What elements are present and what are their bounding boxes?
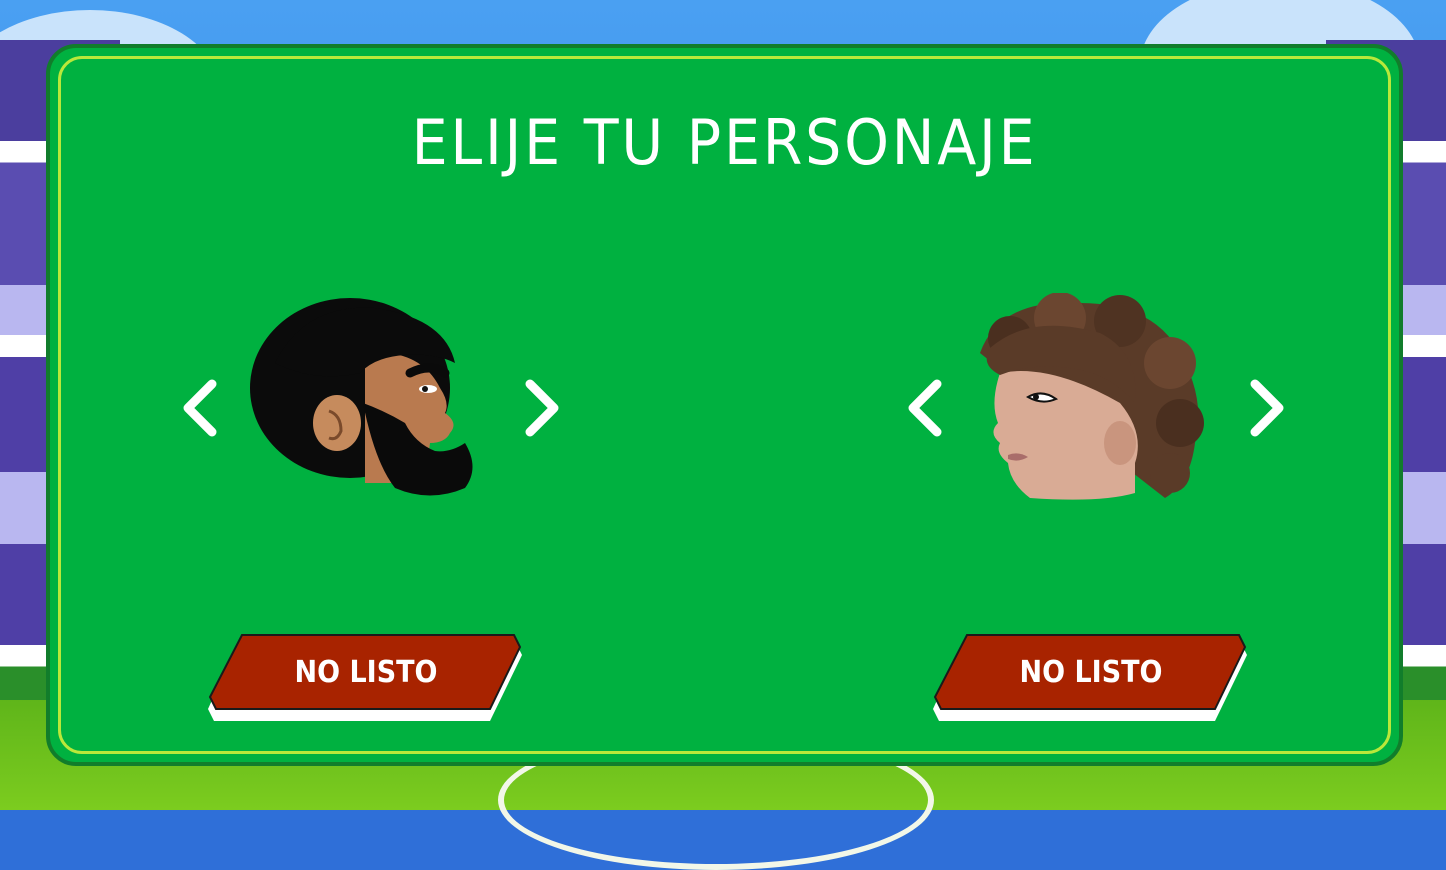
chevron-left-icon <box>908 379 942 437</box>
player2-character-head <box>980 293 1204 500</box>
character-select-panel: ELIJE TU PERSONAJE NO LISTO NO LISTO <box>46 44 1403 766</box>
player2-character-selector <box>885 278 1305 518</box>
player1-character-head <box>250 298 473 496</box>
chevron-right-icon <box>525 379 559 437</box>
player2-ready-button[interactable]: NO LISTO <box>933 633 1249 725</box>
player1-next-character-button[interactable] <box>512 378 572 438</box>
player1-character-selector <box>160 278 580 518</box>
player1-ready-label: NO LISTO <box>294 655 438 690</box>
chevron-right-icon <box>1250 379 1284 437</box>
player1-prev-character-button[interactable] <box>170 378 230 438</box>
chevron-left-icon <box>183 379 217 437</box>
player2-prev-character-button[interactable] <box>895 378 955 438</box>
player2-next-character-button[interactable] <box>1237 378 1297 438</box>
player2-ready-label: NO LISTO <box>1019 655 1163 690</box>
player1-ready-button[interactable]: NO LISTO <box>208 633 524 725</box>
screen-title: ELIJE TU PERSONAJE <box>411 106 1038 179</box>
